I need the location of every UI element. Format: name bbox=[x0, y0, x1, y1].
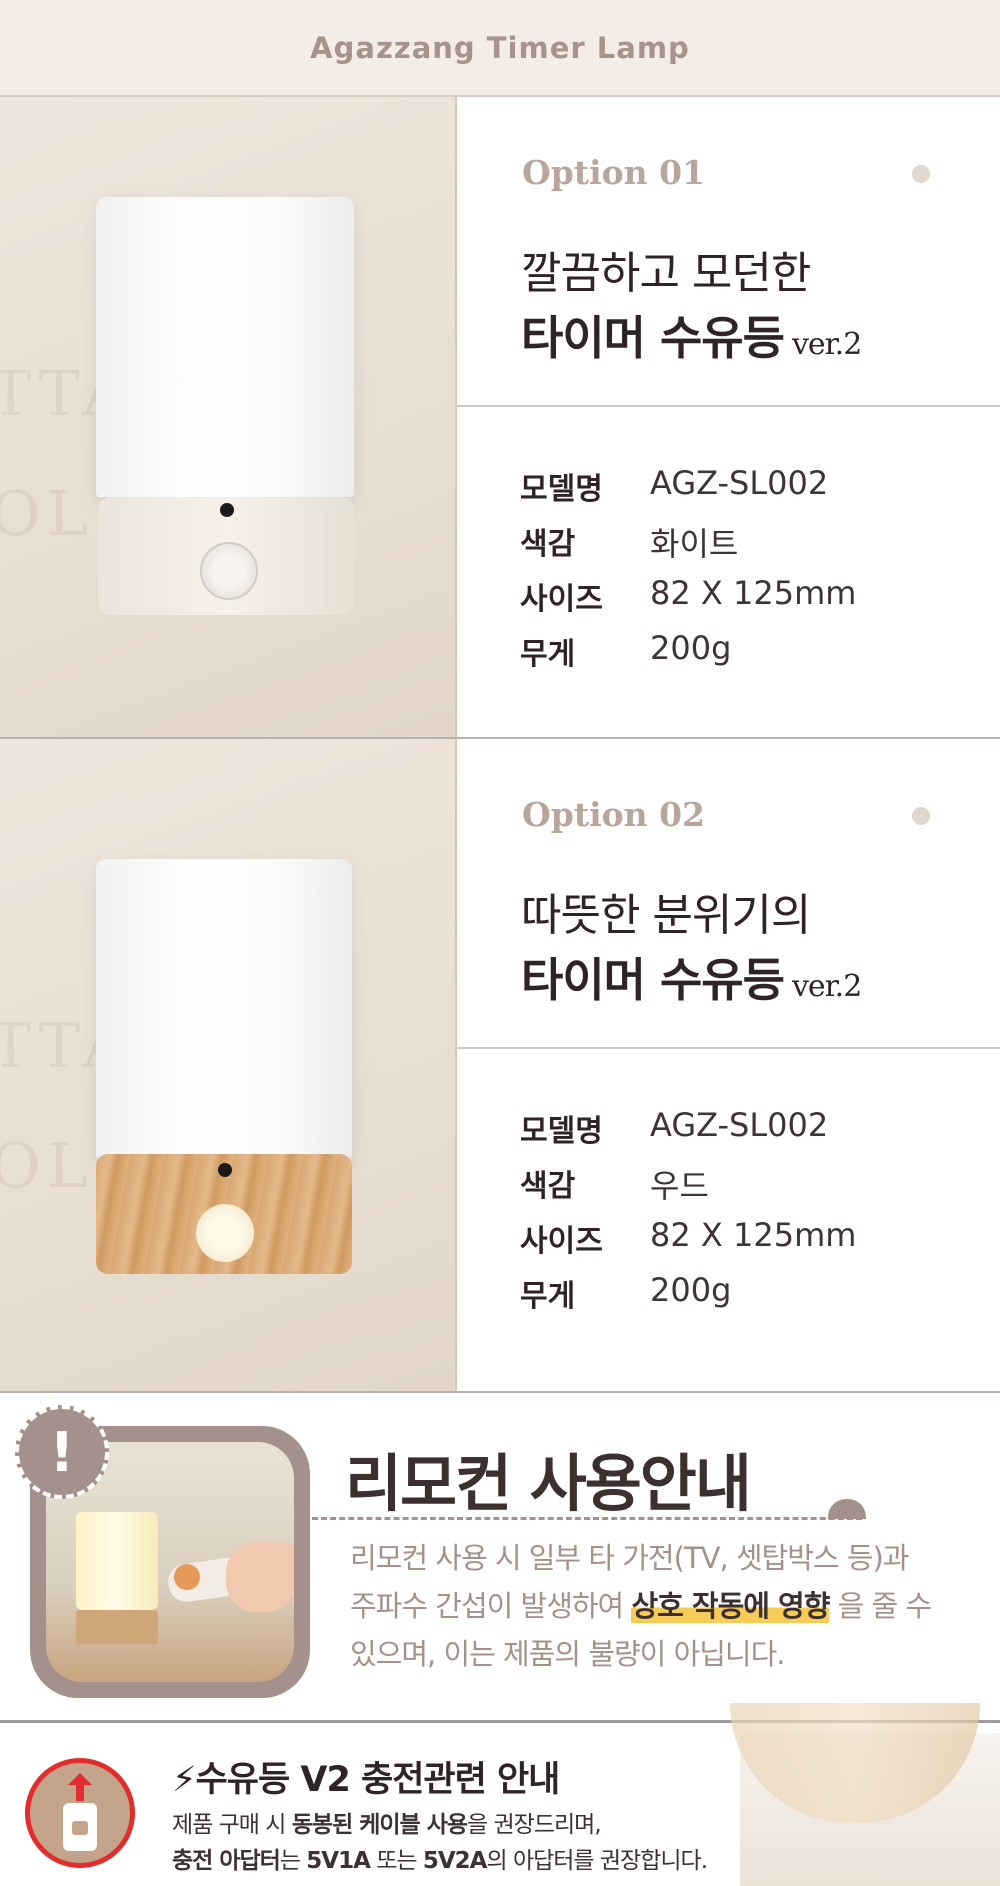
remote-notice-line3: 있으며, 이는 제품의 불량이 아닙니다. bbox=[350, 1637, 786, 1671]
dot-icon bbox=[912, 807, 930, 825]
spec-value: AGZ-SL002 bbox=[650, 464, 829, 502]
notice-text: 을 줄 수 bbox=[837, 1589, 932, 1623]
plug-slot bbox=[72, 1821, 88, 1835]
product-image-white: TTA OLK bbox=[0, 97, 457, 737]
notice-text: 주파수 간섭이 발생하여 bbox=[350, 1589, 624, 1623]
text: 을 권장드리며, bbox=[467, 1812, 602, 1838]
spec-key: 색감 bbox=[520, 527, 576, 562]
text-bold: 동봉된 케이블 사용 bbox=[291, 1812, 468, 1838]
spec-key: 모델명 bbox=[520, 1114, 603, 1149]
spec-key: 무게 bbox=[520, 1279, 576, 1314]
remote-title: 리모컨 사용안내 bbox=[345, 1447, 752, 1520]
spec-value: 200g bbox=[650, 629, 732, 667]
spec-value: 화이트 bbox=[650, 525, 739, 563]
text-bold: 5V2A bbox=[422, 1848, 488, 1874]
spec-row: 사이즈 82 X 125mm bbox=[520, 1216, 980, 1259]
spec-row: 색감 화이트 bbox=[520, 519, 980, 563]
lamp-base-wood bbox=[730, 1703, 980, 1823]
lamp-button bbox=[200, 542, 258, 600]
option-header: Option 02 따뜻한 분위기의 타이머 수유등 ver.2 bbox=[457, 739, 1000, 1049]
spec-key: 색감 bbox=[520, 1169, 576, 1204]
warning-mark: ! bbox=[49, 1420, 75, 1484]
remote-notice-line1: 리모컨 사용 시 일부 타 가전(TV, 셋탑박스 등)과 bbox=[350, 1541, 910, 1575]
lamp-button bbox=[196, 1204, 254, 1262]
option-card-2: TTA OLK Option 02 따뜻한 분위기의 타이머 수유등 ver.2 … bbox=[0, 739, 1000, 1393]
version-label: ver.2 bbox=[791, 327, 862, 362]
spec-row: 색감 우드 bbox=[520, 1161, 980, 1205]
text: 또는 bbox=[376, 1848, 417, 1874]
option-title-text: 타이머 수유등 bbox=[521, 953, 785, 1007]
hand bbox=[226, 1542, 294, 1612]
charging-text-line2: 충전 아답터는 5V1A 또는 5V2A의 아답터를 권장합니다. bbox=[172, 1841, 708, 1875]
lightning-icon: ⚡ bbox=[172, 1760, 197, 1800]
charging-photo bbox=[730, 1703, 1000, 1886]
page-title: Agazzang Timer Lamp bbox=[310, 30, 690, 65]
spec-value: 200g bbox=[650, 1271, 732, 1309]
text-bold: 5V1A bbox=[306, 1848, 371, 1874]
spec-row: 모델명 AGZ-SL002 bbox=[520, 464, 980, 507]
lamp-base-wood bbox=[76, 1610, 158, 1644]
spec-key: 사이즈 bbox=[520, 582, 603, 617]
charging-title: ⚡수유등 V2 충전관련 안내 bbox=[172, 1751, 561, 1802]
page-header: Agazzang Timer Lamp bbox=[0, 0, 1000, 97]
text-bold: 충전 아답터 bbox=[172, 1848, 281, 1874]
option-label: Option 02 bbox=[522, 795, 706, 834]
spec-row: 모델명 AGZ-SL002 bbox=[520, 1106, 980, 1149]
sensor-dot bbox=[220, 503, 234, 517]
option-label: Option 01 bbox=[522, 153, 706, 192]
lamp-shade bbox=[96, 859, 352, 1159]
spec-row: 사이즈 82 X 125mm bbox=[520, 574, 980, 617]
spec-value: 82 X 125mm bbox=[650, 1216, 857, 1254]
remote-notice-line2: 주파수 간섭이 발생하여 상호 작동에 영향 을 줄 수 bbox=[350, 1583, 970, 1625]
divider-cap bbox=[828, 1499, 866, 1519]
spec-value: 82 X 125mm bbox=[650, 574, 857, 612]
spec-key: 모델명 bbox=[520, 472, 603, 507]
version-label: ver.2 bbox=[791, 969, 862, 1004]
option-subtitle: 깔끔하고 모던한 bbox=[521, 248, 811, 299]
lamp-shade bbox=[76, 1512, 158, 1610]
dot-icon bbox=[912, 165, 930, 183]
product-image-wood: TTA OLK bbox=[0, 739, 457, 1391]
lamp-shade bbox=[96, 197, 354, 497]
option-subtitle: 따뜻한 분위기의 bbox=[521, 890, 811, 941]
warning-icon: ! bbox=[15, 1405, 109, 1499]
option-header: Option 01 깔끔하고 모던한 타이머 수유등 ver.2 bbox=[457, 97, 1000, 407]
charging-guide-section: ⚡수유등 V2 충전관련 안내 제품 구매 시 동봉된 케이블 사용을 권장드리… bbox=[0, 1703, 1000, 1886]
remote-button bbox=[174, 1564, 200, 1590]
text: 는 bbox=[279, 1848, 301, 1874]
spec-value: 우드 bbox=[650, 1167, 709, 1205]
option-title-text: 타이머 수유등 bbox=[521, 311, 785, 365]
text: 의 아답터를 권장합니다. bbox=[486, 1848, 708, 1874]
divider bbox=[312, 1517, 862, 1520]
option-title: 타이머 수유등 ver.2 bbox=[521, 944, 862, 1010]
spec-row: 무게 200g bbox=[520, 1271, 980, 1314]
charging-title-text: 수유등 V2 충전관련 안내 bbox=[195, 1760, 561, 1800]
option-card-1: TTA OLK Option 01 깔끔하고 모던한 타이머 수유등 ver.2 … bbox=[0, 97, 1000, 739]
sensor-dot bbox=[218, 1163, 232, 1177]
charging-icon bbox=[25, 1758, 135, 1868]
notice-highlight: 상호 작동에 영향 bbox=[631, 1589, 830, 1623]
remote-guide-section: ! 리모컨 사용안내 리모컨 사용 시 일부 타 가전(TV, 셋탑박스 등)과… bbox=[0, 1393, 1000, 1723]
spec-row: 무게 200g bbox=[520, 629, 980, 672]
option-title: 타이머 수유등 ver.2 bbox=[521, 302, 862, 368]
text: 제품 구매 시 bbox=[172, 1812, 286, 1838]
charging-text-line1: 제품 구매 시 동봉된 케이블 사용을 권장드리며, bbox=[172, 1805, 602, 1839]
spec-value: AGZ-SL002 bbox=[650, 1106, 829, 1144]
spec-key: 사이즈 bbox=[520, 1224, 603, 1259]
spec-key: 무게 bbox=[520, 637, 576, 672]
arrow-head bbox=[68, 1773, 92, 1785]
